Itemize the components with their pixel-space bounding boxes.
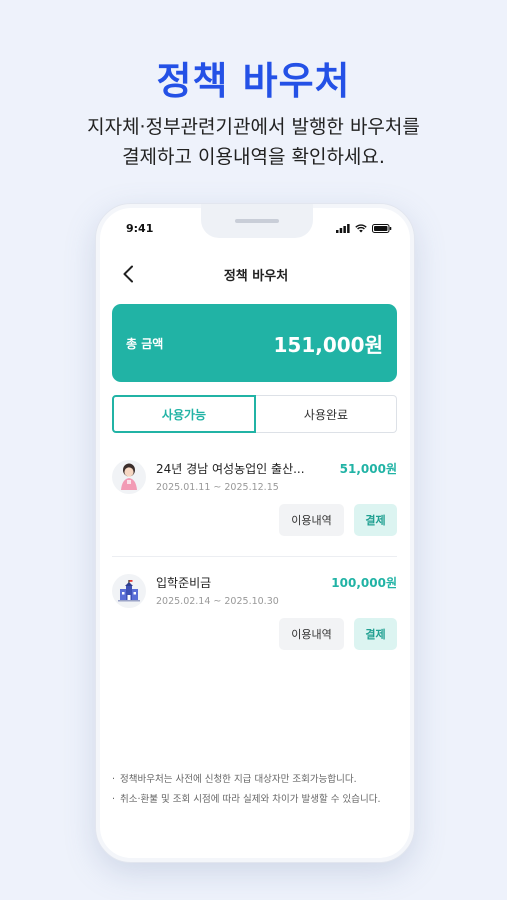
notice-item: · 취소·환불 및 조회 시점에 따라 실제와 차이가 발생할 수 있습니다.: [112, 792, 400, 807]
school-building-icon: [112, 574, 146, 608]
notice-text: 취소·환불 및 조회 시점에 따라 실제와 차이가 발생할 수 있습니다.: [120, 794, 381, 805]
voucher-name: 24년 경남 여성농업인 출산...: [156, 462, 305, 476]
notice-list: · 정책바우처는 사전에 신청한 지급 대상자만 조회가능합니다. · 취소·환…: [112, 772, 400, 812]
status-time: 9:41: [126, 222, 154, 235]
voucher-amount: 100,000원: [331, 576, 397, 590]
total-label: 총 금액: [126, 337, 164, 351]
phone-notch: [201, 204, 313, 238]
pay-button[interactable]: 결제: [354, 504, 397, 536]
divider: [112, 556, 397, 557]
notice-text: 정책바우처는 사전에 신청한 지급 대상자만 조회가능합니다.: [120, 774, 357, 785]
total-amount: 151,000원: [273, 333, 384, 357]
speaker-bar: [235, 219, 279, 223]
bullet-icon: ·: [112, 794, 116, 805]
voucher-period: 2025.02.14 ~ 2025.10.30: [156, 596, 279, 607]
woman-farmer-avatar: [112, 460, 146, 494]
total-amount-card: 총 금액 151,000원: [112, 304, 397, 382]
tab-available[interactable]: 사용가능: [112, 395, 256, 433]
status-icons: [336, 224, 392, 233]
pay-button[interactable]: 결제: [354, 618, 397, 650]
voucher-period: 2025.01.11 ~ 2025.12.15: [156, 482, 279, 493]
page-title: 정책 바우처: [223, 269, 289, 284]
battery-icon: [372, 224, 392, 233]
app-header: 정책 바우처: [96, 260, 414, 290]
usage-history-button[interactable]: 이용내역: [279, 618, 344, 650]
voucher-item[interactable]: 입학준비금 2025.02.14 ~ 2025.10.30 100,000원 이…: [112, 570, 397, 674]
promo-subtitle-line1: 지자체·정부관련기관에서 발행한 바우처를: [87, 116, 420, 138]
voucher-amount: 51,000원: [339, 462, 397, 476]
voucher-tabs: 사용가능 사용완료: [112, 395, 397, 433]
phone-frame: 9:41 정책 바우처 총 금액 151,000원 사용가능 사용완료 24년 …: [95, 203, 415, 863]
notice-item: · 정책바우처는 사전에 신청한 지급 대상자만 조회가능합니다.: [112, 772, 400, 787]
voucher-item[interactable]: 24년 경남 여성농업인 출산... 2025.01.11 ~ 2025.12.…: [112, 456, 397, 560]
promo-subtitle-line2: 결제하고 이용내역을 확인하세요.: [122, 146, 385, 168]
promo-title: 정책 바우처: [156, 59, 351, 103]
wifi-icon: [355, 224, 367, 233]
signal-icon: [336, 224, 350, 233]
voucher-name: 입학준비금: [156, 576, 212, 590]
usage-history-button[interactable]: 이용내역: [279, 504, 344, 536]
bullet-icon: ·: [112, 774, 116, 785]
promo-subtitle: 지자체·정부관련기관에서 발행한 바우처를 결제하고 이용내역을 확인하세요.: [0, 112, 507, 172]
tab-used[interactable]: 사용완료: [256, 395, 397, 433]
